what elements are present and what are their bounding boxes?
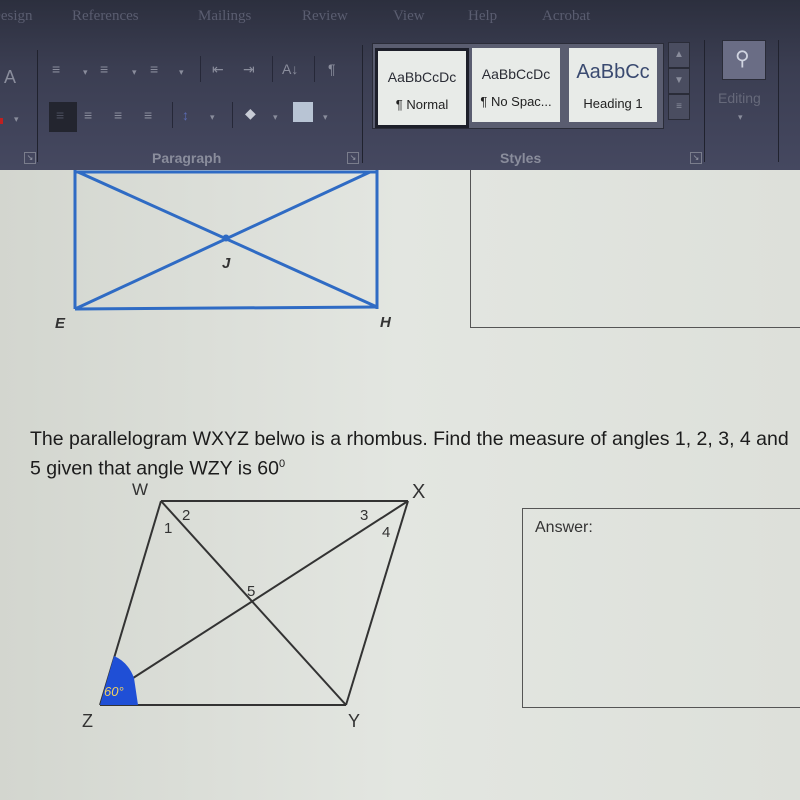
search-icon: ⚲	[735, 48, 750, 70]
style-sample: AaBbCc	[576, 61, 650, 83]
style-name: ¶ No Spac...	[480, 94, 552, 109]
diagonal-from-e	[74, 170, 371, 311]
vertex-y: Y	[348, 711, 360, 731]
paragraph-dialog-launcher[interactable]: ↘	[347, 152, 359, 164]
borders-icon[interactable]	[293, 102, 313, 122]
chevron-down-icon[interactable]: ▾	[14, 114, 19, 125]
center-icon[interactable]: ≡	[84, 108, 92, 122]
question-body: The parallelogram WXYZ belwo is a rhombu…	[30, 428, 789, 480]
style-no-spacing[interactable]: AaBbCcDc ¶ No Spac...	[472, 48, 560, 122]
line-spacing-icon[interactable]: ↕	[182, 108, 189, 122]
tab-mailings[interactable]: Mailings	[198, 8, 251, 25]
show-formatting-marks-icon[interactable]: ¶	[328, 62, 336, 76]
vertex-x: X	[412, 481, 425, 503]
answer-label: Answer:	[535, 519, 593, 536]
style-name: ¶ Normal	[395, 97, 449, 112]
separator	[200, 56, 201, 82]
tab-references[interactable]: References	[72, 8, 139, 25]
rectangle-bottom-side	[74, 305, 378, 311]
ribbon-tabs: Design References Mailings Review View H…	[0, 4, 800, 30]
label-e: E	[55, 315, 66, 332]
bullets-icon[interactable]: ≡	[52, 62, 60, 76]
style-name: Heading 1	[583, 96, 643, 111]
chevron-down-icon[interactable]: ▾	[323, 112, 328, 123]
group-separator	[778, 40, 779, 162]
sort-icon[interactable]: A↓	[282, 62, 298, 76]
question-text: The parallelogram WXYZ belwo is a rhombu…	[30, 427, 790, 482]
chevron-down-icon[interactable]: ▾	[210, 112, 215, 123]
tab-design[interactable]: Design	[0, 8, 33, 25]
group-separator	[704, 40, 705, 162]
clear-formatting-icon[interactable]: A	[4, 68, 16, 86]
answer-box[interactable]: Answer:	[522, 508, 800, 708]
separator	[314, 56, 315, 82]
chevron-down-icon[interactable]: ▾	[273, 112, 278, 123]
angle-label-5: 5	[247, 583, 255, 600]
paragraph-group-label: Paragraph	[152, 150, 222, 166]
align-right-icon[interactable]: ≡	[114, 108, 122, 122]
side-xy	[345, 500, 409, 706]
point-j	[222, 234, 230, 242]
styles-scroll-down[interactable]: ▼	[668, 68, 690, 94]
angle-label-2: 2	[182, 507, 190, 524]
justify-icon[interactable]: ≡	[144, 108, 152, 122]
style-sample: AaBbCcDc	[481, 66, 551, 82]
styles-more[interactable]: ≡	[668, 94, 690, 120]
styles-group-label: Styles	[500, 150, 542, 166]
shading-icon[interactable]: ◆	[245, 106, 256, 120]
rhombus-figure: 60° W X Y Z 1 2 3 4 5	[82, 480, 425, 731]
tab-review[interactable]: Review	[302, 8, 348, 25]
increase-indent-icon[interactable]: ⇥	[243, 62, 255, 76]
separator	[172, 102, 173, 128]
label-h: H	[380, 314, 392, 331]
editing-group-label[interactable]: Editing	[718, 90, 761, 106]
angle-label-4: 4	[382, 524, 390, 541]
chevron-down-icon[interactable]: ▾	[738, 112, 743, 123]
styles-scroll-up[interactable]: ▲	[668, 42, 690, 68]
font-color-indicator	[0, 118, 3, 124]
chevron-down-icon[interactable]: ▾	[83, 67, 88, 78]
multilevel-list-icon[interactable]: ≡	[150, 62, 158, 76]
angle-label-1: 1	[164, 520, 172, 537]
chevron-down-icon[interactable]: ▾	[179, 67, 184, 78]
diagonal-wy	[160, 500, 347, 706]
label-j: J	[222, 255, 231, 272]
angle-annotation-text: 60°	[104, 684, 124, 699]
align-left-icon: ≡	[56, 107, 65, 123]
answer-box-previous[interactable]	[470, 170, 800, 328]
tab-help[interactable]: Help	[468, 8, 497, 25]
angle-label-3: 3	[360, 507, 368, 524]
styles-dialog-launcher[interactable]: ↘	[690, 152, 702, 164]
style-sample: AaBbCcDc	[387, 69, 457, 85]
chevron-down-icon[interactable]: ▾	[132, 67, 137, 78]
tab-view[interactable]: View	[393, 8, 425, 25]
vertex-z: Z	[82, 711, 93, 731]
group-separator	[37, 50, 38, 162]
font-dialog-launcher[interactable]: ↘	[24, 152, 36, 164]
decrease-indent-icon[interactable]: ⇤	[212, 62, 224, 76]
group-separator	[362, 45, 363, 163]
vertex-w: W	[132, 480, 148, 499]
separator	[272, 56, 273, 82]
separator	[232, 102, 233, 128]
degree-superscript: 0	[278, 458, 286, 470]
document-page: J E H The parallelogram WXYZ belwo is a …	[0, 170, 800, 800]
rectangle-figure: J E H	[55, 170, 392, 332]
style-heading-1[interactable]: AaBbCc Heading 1	[569, 48, 657, 122]
style-normal[interactable]: AaBbCcDc ¶ Normal	[375, 48, 469, 128]
styles-gallery: AaBbCcDc ¶ Normal AaBbCcDc ¶ No Spac... …	[372, 43, 664, 129]
ribbon: Design References Mailings Review View H…	[0, 0, 800, 170]
find-button[interactable]: ⚲	[722, 40, 766, 80]
numbering-icon[interactable]: ≡	[100, 62, 108, 76]
tab-acrobat[interactable]: Acrobat	[542, 8, 590, 25]
